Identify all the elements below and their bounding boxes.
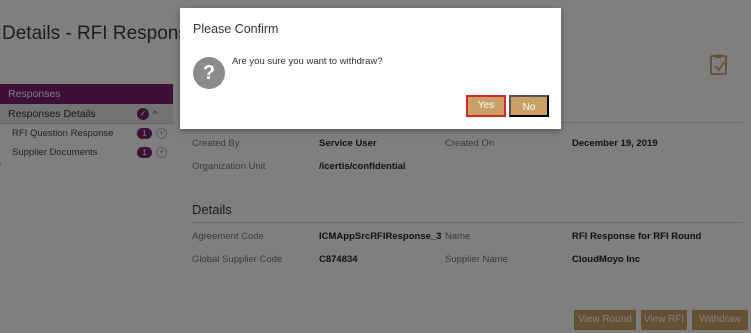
yes-button[interactable]: Yes: [466, 95, 506, 117]
dialog-title: Please Confirm: [193, 22, 279, 36]
dialog-message: Are you sure you want to withdraw?: [232, 56, 383, 67]
confirm-dialog: Please Confirm ? Are you sure you want t…: [180, 8, 561, 129]
question-icon: ?: [193, 57, 225, 89]
no-button[interactable]: No: [509, 95, 549, 117]
